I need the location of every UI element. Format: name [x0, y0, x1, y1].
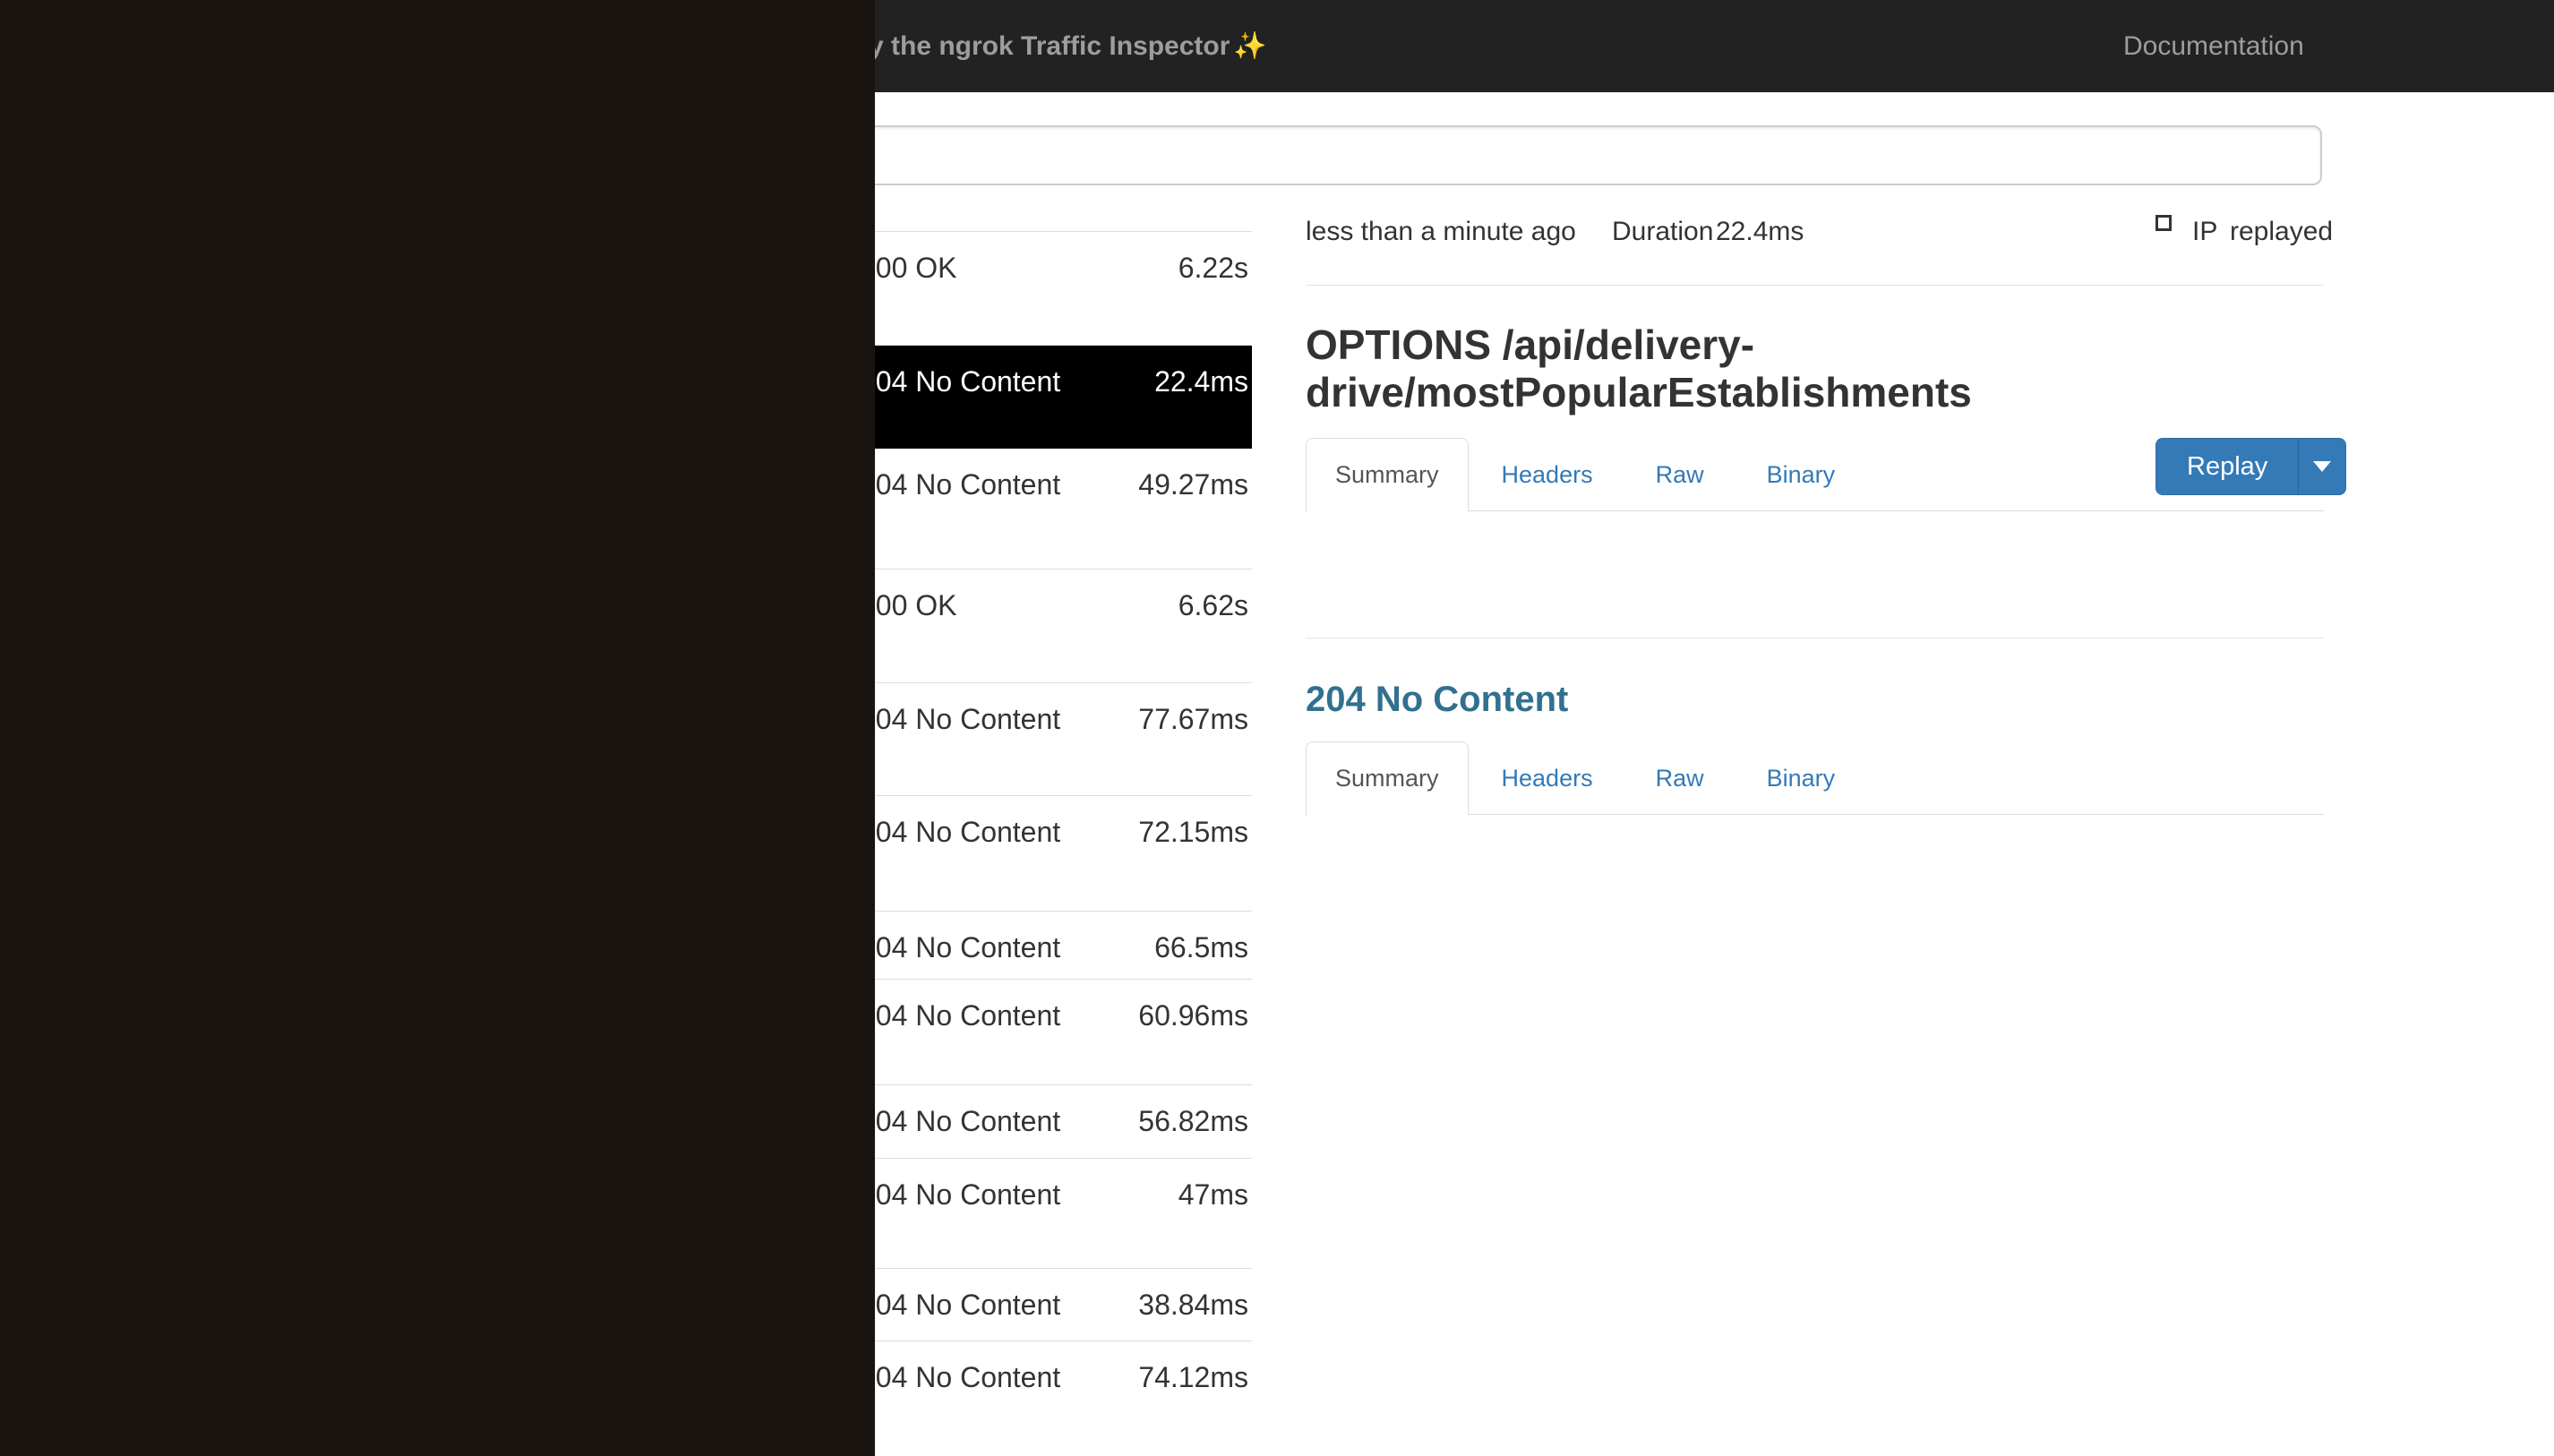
documentation-link[interactable]: Documentation: [2123, 0, 2304, 92]
request-status: 204 No Content: [860, 365, 1060, 398]
request-meta-row: less than a minute ago Duration 22.4ms I…: [1306, 215, 2324, 249]
request-status: 204 No Content: [860, 816, 1060, 848]
request-duration: 60.96ms: [1138, 999, 1248, 1032]
sparkles-icon: ✨: [1233, 30, 1266, 62]
request-status: 204 No Content: [860, 703, 1060, 735]
request-duration: 74.12ms: [1138, 1361, 1248, 1393]
replayed-label: replayed: [2230, 215, 2333, 249]
request-status: 204 No Content: [860, 1178, 1060, 1211]
response-tab-binary[interactable]: Binary: [1737, 741, 1865, 816]
request-duration: 22.4ms: [1154, 365, 1248, 398]
request-duration: 6.62s: [1178, 589, 1248, 621]
traffic-inspector-banner: y the ngrok Traffic Inspector ✨: [869, 0, 1267, 92]
caret-down-icon: [2313, 461, 2331, 472]
ip-checkbox[interactable]: [2155, 215, 2172, 231]
ngrok-inspector-page: y the ngrok Traffic Inspector ✨ Document…: [0, 0, 2554, 1456]
request-status: 204 No Content: [860, 468, 1060, 501]
response-tab-summary[interactable]: Summary: [1306, 741, 1469, 816]
request-duration: 66.5ms: [1154, 931, 1248, 964]
request-status: 204 No Content: [860, 1105, 1060, 1137]
request-tab-raw[interactable]: Raw: [1626, 438, 1734, 512]
response-tabs: SummaryHeadersRawBinary: [1306, 741, 2324, 815]
request-timestamp: less than a minute ago: [1306, 215, 1576, 249]
request-title: OPTIONS /api/delivery-drive/mostPopularE…: [1306, 321, 2327, 416]
request-status: 204 No Content: [860, 1289, 1060, 1321]
replay-dropdown-button[interactable]: [2298, 438, 2346, 495]
request-tab-binary[interactable]: Binary: [1737, 438, 1865, 512]
request-status: 204 No Content: [860, 1361, 1060, 1393]
request-status: 204 No Content: [860, 931, 1060, 964]
request-tab-summary[interactable]: Summary: [1306, 438, 1469, 512]
request-duration: 77.67ms: [1138, 703, 1248, 735]
dark-side-panel: [0, 0, 875, 1456]
request-duration: 38.84ms: [1138, 1289, 1248, 1321]
request-duration: 49.27ms: [1138, 468, 1248, 501]
request-duration: 47ms: [1178, 1178, 1248, 1211]
response-tab-headers[interactable]: Headers: [1472, 741, 1623, 816]
response-status-heading: 204 No Content: [1306, 678, 1568, 721]
replay-button[interactable]: Replay: [2155, 438, 2298, 495]
response-tab-raw[interactable]: Raw: [1626, 741, 1734, 816]
ip-label: IP: [2192, 215, 2217, 249]
banner-text: y the ngrok Traffic Inspector: [869, 31, 1230, 62]
duration-label: Duration: [1612, 215, 1713, 249]
request-tab-headers[interactable]: Headers: [1472, 438, 1623, 512]
duration-value: 22.4ms: [1716, 215, 1804, 249]
replay-split-button: Replay: [2155, 438, 2346, 495]
request-duration: 72.15ms: [1138, 816, 1248, 848]
meta-divider: [1306, 285, 2324, 286]
request-detail-panel: less than a minute ago Duration 22.4ms I…: [1306, 0, 2324, 1456]
request-duration: 6.22s: [1178, 252, 1248, 284]
request-status: 204 No Content: [860, 999, 1060, 1032]
request-duration: 56.82ms: [1138, 1105, 1248, 1137]
